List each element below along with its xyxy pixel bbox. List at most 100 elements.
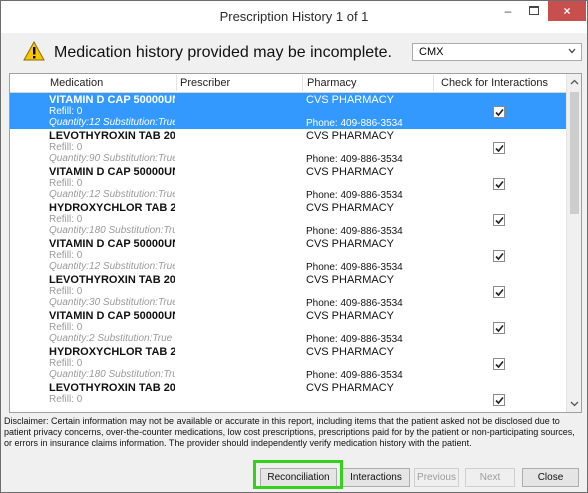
column-header-pharmacy[interactable]: Pharmacy — [307, 77, 357, 89]
table-row[interactable]: VITAMIN D CAP 50000UN Refill: 0 Quantity:1… — [10, 165, 566, 202]
quantity-text: Quantity:180 Substitution:True — [49, 369, 175, 380]
refill-text: Refill: 0 — [49, 358, 83, 369]
table-row[interactable]: VITAMIN D CAP 50000UN Refill: 0 Quantity:2… — [10, 309, 566, 346]
interaction-checkbox[interactable] — [493, 250, 505, 262]
quantity-text: Quantity:30 Substitution:True — [49, 297, 175, 308]
refill-text: Refill: 0 — [49, 286, 83, 297]
column-header-check-interactions[interactable]: Check for Interactions — [441, 77, 548, 89]
pharmacy-phone: Phone: 409-886-3534 — [306, 298, 403, 309]
pharmacy-phone: Phone: 409-886-3534 — [306, 226, 403, 237]
pharmacy-name: CVS PHARMACY — [306, 130, 395, 142]
refill-text: Refill: 0 — [49, 394, 83, 405]
table-row[interactable]: HYDROXYCHLOR TAB 200MRefill: 0Quantity:1… — [10, 201, 566, 238]
checkmark-icon — [495, 288, 504, 297]
quantity-text: Quantity:12 Substitution:True — [49, 117, 175, 128]
column-divider — [433, 75, 434, 91]
interactions-button[interactable]: Interactions — [342, 468, 410, 487]
interaction-checkbox[interactable] — [493, 322, 505, 334]
warning-triangle-icon — [23, 41, 45, 61]
close-window-button[interactable]: × — [548, 1, 586, 21]
interaction-checkbox[interactable] — [493, 286, 505, 298]
table-row[interactable]: VITAMIN D CAP 50000UN Refill: 0 Quantity:1… — [10, 93, 566, 130]
title-bar: Prescription History 1 of 1 – × — [1, 1, 587, 33]
quantity-text: Quantity:90 Substitution:True — [49, 153, 175, 164]
refill-text: Refill: 0 — [49, 214, 83, 225]
scroll-down-icon[interactable] — [570, 399, 579, 408]
disclaimer-text: Disclaimer: Certain information may not … — [4, 416, 575, 448]
pharmacy-phone: Phone: 409-886-3534 — [306, 262, 403, 273]
pharmacy-phone: Phone: 409-886-3534 — [306, 190, 403, 201]
quantity-text: Quantity:2 Substitution:True — [49, 333, 173, 344]
close-button[interactable]: Close — [522, 468, 579, 487]
pharmacy-name: CVS PHARMACY — [306, 166, 395, 178]
pharmacy-name: CVS PHARMACY — [306, 310, 395, 322]
medication-name: VITAMIN D CAP 50000UN — [49, 94, 175, 106]
source-select[interactable]: CMX — [412, 43, 582, 61]
pharmacy-phone: Phone: 409-886-3534 — [306, 118, 403, 129]
pharmacy-name: CVS PHARMACY — [306, 382, 395, 394]
medication-name: VITAMIN D CAP 50000UN — [49, 166, 175, 178]
checkmark-icon — [495, 144, 504, 153]
refill-text: Refill: 0 — [49, 322, 83, 333]
interaction-checkbox[interactable] — [493, 394, 505, 406]
maximize-icon — [529, 6, 539, 16]
table-row[interactable]: LEVOTHYROXIN TAB 200MRefill: 0Quantity:9… — [10, 129, 566, 166]
grid-header: Medication Prescriber Pharmacy Check for… — [10, 74, 566, 93]
reconciliation-button[interactable]: Reconciliation — [260, 468, 337, 487]
medication-name: HYDROXYCHLOR TAB 200M — [49, 346, 175, 358]
pharmacy-name: CVS PHARMACY — [306, 202, 395, 214]
pharmacy-phone: Phone: 409-886-3534 — [306, 154, 403, 165]
refill-text: Refill: 0 — [49, 106, 83, 117]
column-header-prescriber[interactable]: Prescriber — [180, 77, 230, 89]
checkmark-icon — [495, 216, 504, 225]
medication-name: HYDROXYCHLOR TAB 200M — [49, 202, 175, 214]
minimize-button[interactable]: – — [495, 1, 521, 21]
column-divider — [302, 75, 303, 91]
pharmacy-name: CVS PHARMACY — [306, 238, 395, 250]
interaction-checkbox[interactable] — [493, 178, 505, 190]
table-row[interactable]: VITAMIN D CAP 50000UN Refill: 0 Quantity:1… — [10, 237, 566, 274]
medication-name: VITAMIN D CAP 50000UN — [49, 238, 175, 250]
warning-text: Medication history provided may be incom… — [54, 44, 392, 61]
table-row[interactable]: HYDROXYCHLOR TAB 200MRefill: 0Quantity:1… — [10, 345, 566, 382]
prescription-history-window: Prescription History 1 of 1 – × Medicati… — [0, 0, 588, 493]
quantity-text: Quantity:12 Substitution:True — [49, 189, 175, 200]
medication-name: LEVOTHYROXIN TAB 200M — [49, 382, 175, 394]
refill-text: Refill: 0 — [49, 250, 83, 261]
column-divider — [176, 75, 177, 91]
medication-name: VITAMIN D CAP 50000UN — [49, 310, 175, 322]
source-select-value: CMX — [419, 46, 444, 58]
pharmacy-name: CVS PHARMACY — [306, 274, 395, 286]
quantity-text: Quantity:12 Substitution:True — [49, 261, 175, 272]
scrollbar-thumb[interactable] — [570, 92, 579, 214]
vertical-scrollbar[interactable] — [566, 74, 581, 412]
checkmark-icon — [495, 252, 504, 261]
column-header-medication[interactable]: Medication — [50, 77, 103, 89]
pharmacy-name: CVS PHARMACY — [306, 94, 395, 106]
chevron-down-icon — [568, 48, 576, 54]
table-row[interactable]: LEVOTHYROXIN TAB 200MRefill: 0 CVS PHARMA… — [10, 381, 566, 412]
checkmark-icon — [495, 108, 504, 117]
checkmark-icon — [495, 180, 504, 189]
table-row[interactable]: LEVOTHYROXIN TAB 200MRefill: 0Quantity:3… — [10, 273, 566, 310]
checkmark-icon — [495, 360, 504, 369]
refill-text: Refill: 0 — [49, 142, 83, 153]
medication-name: LEVOTHYROXIN TAB 200M — [49, 274, 175, 286]
pharmacy-phone: Phone: 409-886-3534 — [306, 370, 403, 381]
next-button[interactable]: Next — [465, 468, 515, 487]
interaction-checkbox[interactable] — [493, 142, 505, 154]
quantity-text: Quantity:180 Substitution:True — [49, 225, 175, 236]
maximize-button[interactable] — [521, 1, 547, 21]
previous-button[interactable]: Previous — [414, 468, 459, 487]
checkmark-icon — [495, 396, 504, 405]
refill-text: Refill: 0 — [49, 178, 83, 189]
checkmark-icon — [495, 324, 504, 333]
interaction-checkbox[interactable] — [493, 214, 505, 226]
prescription-grid: Medication Prescriber Pharmacy Check for… — [9, 73, 582, 413]
pharmacy-phone: Phone: 409-886-3534 — [306, 334, 403, 345]
interaction-checkbox[interactable] — [493, 358, 505, 370]
pharmacy-name: CVS PHARMACY — [306, 346, 395, 358]
scroll-up-icon[interactable] — [570, 78, 579, 87]
interaction-checkbox[interactable] — [493, 106, 505, 118]
medication-name: LEVOTHYROXIN TAB 200M — [49, 130, 175, 142]
